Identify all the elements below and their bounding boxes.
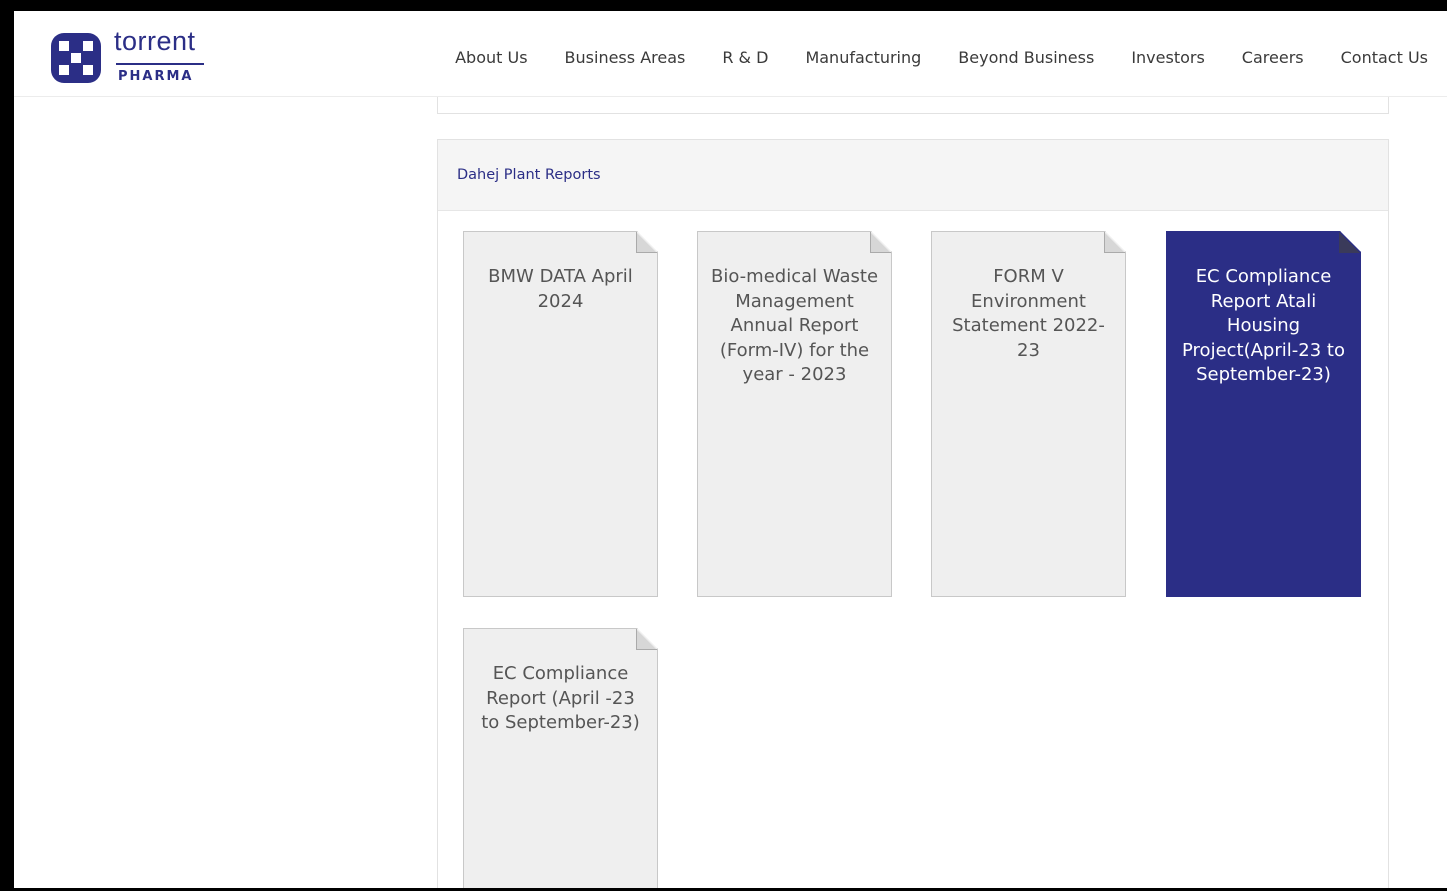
nav-contact-us[interactable]: Contact Us [1341, 48, 1428, 67]
report-label: BMW DATA April 2024 [488, 266, 633, 312]
nav-about-us[interactable]: About Us [455, 48, 527, 67]
main-nav: About Us Business Areas R & D Manufactur… [455, 48, 1428, 67]
logo[interactable]: torrent PHARMA [50, 26, 230, 89]
nav-beyond-business[interactable]: Beyond Business [958, 48, 1094, 67]
site-header: torrent PHARMA About Us Business Areas R… [14, 11, 1447, 97]
browser-viewport: torrent PHARMA About Us Business Areas R… [14, 11, 1447, 888]
logo-subtitle: PHARMA [118, 69, 194, 84]
report-label: Bio-medical Waste Management Annual Repo… [710, 266, 879, 385]
report-card-form-v[interactable]: FORM V Environment Statement 2022-23 [931, 231, 1126, 597]
nav-manufacturing[interactable]: Manufacturing [805, 48, 921, 67]
report-card-ec-compliance-atali[interactable]: EC Compliance Report Atali Housing Proje… [1166, 231, 1361, 597]
torrent-logo-icon [51, 33, 101, 83]
panel-title[interactable]: Dahej Plant Reports [457, 167, 601, 183]
panel-header: Dahej Plant Reports [438, 140, 1388, 211]
reports-panel: Dahej Plant Reports BMW DATA April 2024 … [437, 139, 1389, 888]
nav-investors[interactable]: Investors [1131, 48, 1204, 67]
report-label: FORM V Environment Statement 2022-23 [952, 266, 1105, 361]
page-fold-icon [870, 232, 891, 253]
page-fold-icon [1339, 232, 1360, 253]
nav-r-and-d[interactable]: R & D [722, 48, 768, 67]
logo-wordmark: torrent [114, 26, 196, 56]
logo-divider [116, 63, 204, 65]
page-fold-icon [1104, 232, 1125, 253]
nav-careers[interactable]: Careers [1242, 48, 1304, 67]
report-label: EC Compliance Report (April -23 to Septe… [481, 663, 640, 733]
report-label: EC Compliance Report Atali Housing Proje… [1182, 266, 1345, 385]
page-fold-icon [636, 232, 657, 253]
report-card-bmw-data[interactable]: BMW DATA April 2024 [463, 231, 658, 597]
report-card-ec-compliance[interactable]: EC Compliance Report (April -23 to Septe… [463, 628, 658, 888]
page-fold-icon [636, 629, 657, 650]
nav-business-areas[interactable]: Business Areas [565, 48, 686, 67]
report-card-bio-medical-waste[interactable]: Bio-medical Waste Management Annual Repo… [697, 231, 892, 597]
